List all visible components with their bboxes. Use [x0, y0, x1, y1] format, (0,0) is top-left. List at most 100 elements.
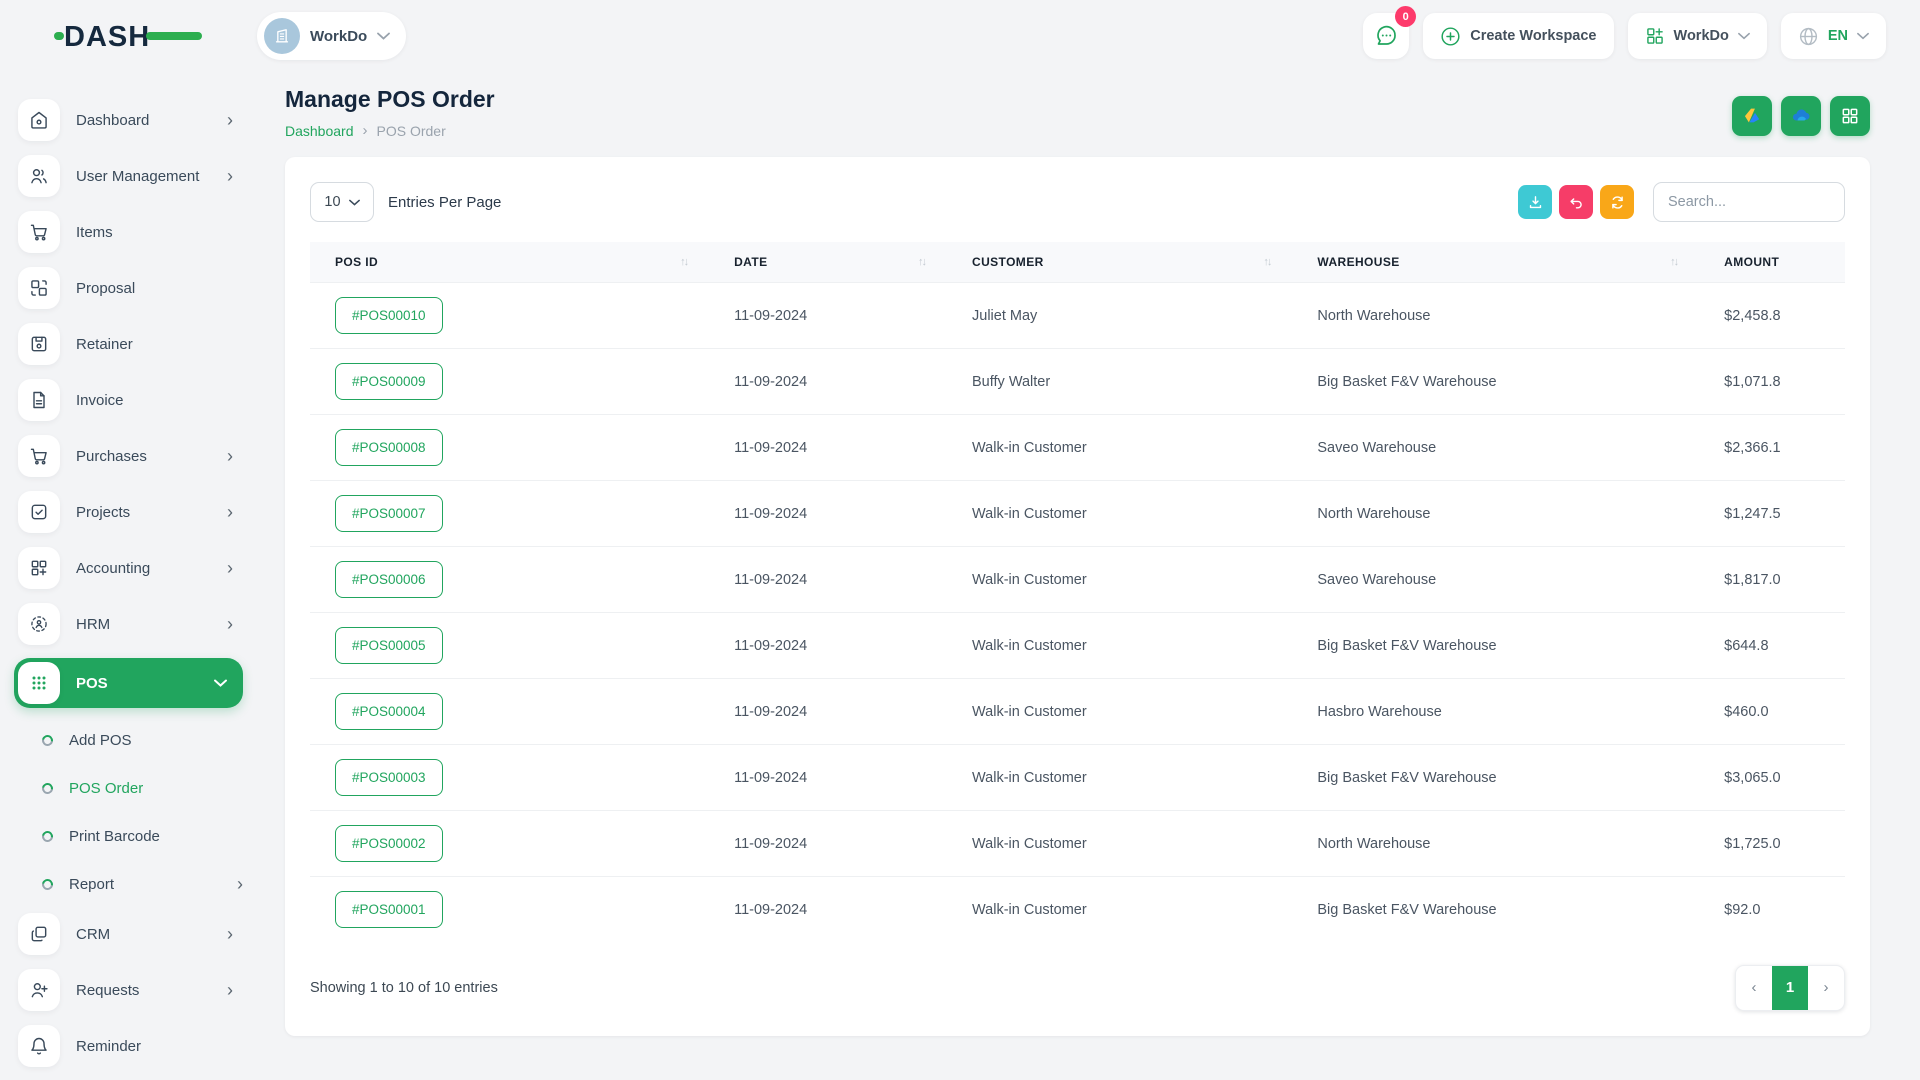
language-selector[interactable]: EN — [1781, 13, 1886, 59]
table-row: #POS00003 11-09-2024 Walk-in Customer Bi… — [310, 745, 1845, 811]
sidebar-item-retainer[interactable]: Retainer — [14, 322, 243, 366]
date-cell: 11-09-2024 — [709, 283, 947, 349]
sidebar-item-hrm[interactable]: HRM › — [14, 602, 243, 646]
grid-plus-icon — [18, 547, 60, 589]
grid-dots-icon — [18, 662, 60, 704]
warehouse-cell: North Warehouse — [1292, 283, 1699, 349]
chevron-right-icon: › — [227, 503, 233, 521]
submenu-item-report[interactable]: Report › — [28, 864, 243, 904]
amount-cell: $2,366.1 — [1699, 415, 1845, 481]
pagination-page-1[interactable]: 1 — [1772, 966, 1808, 1010]
column-header-date[interactable]: DATE ↑↓ — [709, 242, 947, 283]
dash-logo[interactable]: DASH — [54, 18, 204, 54]
pos-id-badge[interactable]: #POS00006 — [335, 561, 443, 598]
create-workspace-button[interactable]: Create Workspace — [1423, 13, 1613, 59]
bullet-icon — [40, 828, 55, 843]
workspace-name: WorkDo — [310, 28, 367, 45]
date-cell: 11-09-2024 — [709, 481, 947, 547]
page-header-actions — [1732, 96, 1870, 136]
chat-bubble-icon — [1374, 24, 1398, 48]
sidebar-item-items[interactable]: Items — [14, 210, 243, 254]
export-button[interactable] — [1518, 185, 1552, 219]
breadcrumb-dashboard-link[interactable]: Dashboard — [285, 123, 354, 139]
submenu-item-add-pos[interactable]: Add POS — [28, 720, 243, 760]
create-workspace-label: Create Workspace — [1470, 28, 1596, 44]
pagination-prev-button[interactable]: ‹ — [1736, 966, 1772, 1010]
sort-icon: ↑↓ — [680, 256, 687, 268]
date-cell: 11-09-2024 — [709, 877, 947, 943]
pos-id-badge[interactable]: #POS00009 — [335, 363, 443, 400]
customer-cell: Walk-in Customer — [947, 745, 1292, 811]
messages-button[interactable]: 0 — [1363, 13, 1409, 59]
chevron-right-icon: › — [227, 447, 233, 465]
warehouse-cell: North Warehouse — [1292, 481, 1699, 547]
amount-cell: $1,247.5 — [1699, 481, 1845, 547]
pos-id-badge[interactable]: #POS00005 — [335, 627, 443, 664]
submenu-item-print-barcode[interactable]: Print Barcode — [28, 816, 243, 856]
amount-cell: $3,065.0 — [1699, 745, 1845, 811]
pos-id-badge[interactable]: #POS00004 — [335, 693, 443, 730]
home-icon — [18, 99, 60, 141]
pagination: ‹ 1 › — [1735, 965, 1845, 1011]
submenu-item-pos-order[interactable]: POS Order — [28, 768, 243, 808]
grid-plus-icon — [1645, 26, 1665, 46]
customer-cell: Walk-in Customer — [947, 415, 1292, 481]
table-row: #POS00007 11-09-2024 Walk-in Customer No… — [310, 481, 1845, 547]
sort-icon: ↑↓ — [918, 256, 925, 268]
amount-cell: $460.0 — [1699, 679, 1845, 745]
sidebar-item-purchases[interactable]: Purchases › — [14, 434, 243, 478]
customer-cell: Buffy Walter — [947, 349, 1292, 415]
table-header-row: POS ID ↑↓ DATE ↑↓ CUSTOMER ↑↓ WAREHOUSE … — [310, 242, 1845, 283]
warehouse-cell: Hasbro Warehouse — [1292, 679, 1699, 745]
onedrive-button[interactable] — [1781, 96, 1821, 136]
pos-id-badge[interactable]: #POS00008 — [335, 429, 443, 466]
search-input[interactable] — [1653, 182, 1845, 222]
logo-text: DASH — [64, 21, 150, 53]
entries-per-page-select[interactable]: 10 — [310, 182, 374, 222]
pos-id-badge[interactable]: #POS00007 — [335, 495, 443, 532]
sidebar-item-accounting[interactable]: Accounting › — [14, 546, 243, 590]
refresh-button[interactable] — [1600, 185, 1634, 219]
pagination-next-button[interactable]: › — [1808, 966, 1844, 1010]
date-cell: 11-09-2024 — [709, 415, 947, 481]
sidebar-item-pos[interactable]: POS — [14, 658, 243, 708]
reset-button[interactable] — [1559, 185, 1593, 219]
amount-cell: $1,817.0 — [1699, 547, 1845, 613]
sidebar-item-reminder[interactable]: Reminder — [14, 1024, 243, 1068]
check-square-icon — [18, 491, 60, 533]
sidebar-item-dashboard[interactable]: Dashboard › — [14, 98, 243, 142]
messages-badge: 0 — [1395, 6, 1416, 27]
sidebar-item-requests[interactable]: Requests › — [14, 968, 243, 1012]
customer-cell: Juliet May — [947, 283, 1292, 349]
table-row: #POS00004 11-09-2024 Walk-in Customer Ha… — [310, 679, 1845, 745]
sidebar-item-invoice[interactable]: Invoice — [14, 378, 243, 422]
google-drive-button[interactable] — [1732, 96, 1772, 136]
cart-icon — [18, 435, 60, 477]
pos-id-badge[interactable]: #POS00003 — [335, 759, 443, 796]
sidebar-item-user-management[interactable]: User Management › — [14, 154, 243, 198]
date-cell: 11-09-2024 — [709, 679, 947, 745]
person-dashed-circle-icon — [18, 603, 60, 645]
column-header-warehouse[interactable]: WAREHOUSE ↑↓ — [1292, 242, 1699, 283]
undo-icon — [1568, 194, 1585, 211]
column-header-pos-id[interactable]: POS ID ↑↓ — [310, 242, 709, 283]
users-icon — [18, 155, 60, 197]
sort-icon: ↑↓ — [1670, 256, 1677, 268]
pos-id-badge[interactable]: #POS00010 — [335, 297, 443, 334]
entries-per-page-label: Entries Per Page — [388, 194, 501, 211]
sidebar-item-crm[interactable]: CRM › — [14, 912, 243, 956]
sidebar-item-projects[interactable]: Projects › — [14, 490, 243, 534]
customer-cell: Walk-in Customer — [947, 811, 1292, 877]
pos-id-badge[interactable]: #POS00001 — [335, 891, 443, 928]
chevron-right-icon: › — [227, 167, 233, 185]
sidebar-item-proposal[interactable]: Proposal — [14, 266, 243, 310]
bullet-icon — [40, 780, 55, 795]
column-header-amount[interactable]: AMOUNT — [1699, 242, 1845, 283]
workdo-menu-button[interactable]: WorkDo — [1628, 13, 1767, 59]
grid-view-button[interactable] — [1830, 96, 1870, 136]
bullet-icon — [40, 732, 55, 747]
pos-id-badge[interactable]: #POS00002 — [335, 825, 443, 862]
workspace-selector[interactable]: WorkDo — [257, 12, 406, 60]
date-cell: 11-09-2024 — [709, 811, 947, 877]
column-header-customer[interactable]: CUSTOMER ↑↓ — [947, 242, 1292, 283]
